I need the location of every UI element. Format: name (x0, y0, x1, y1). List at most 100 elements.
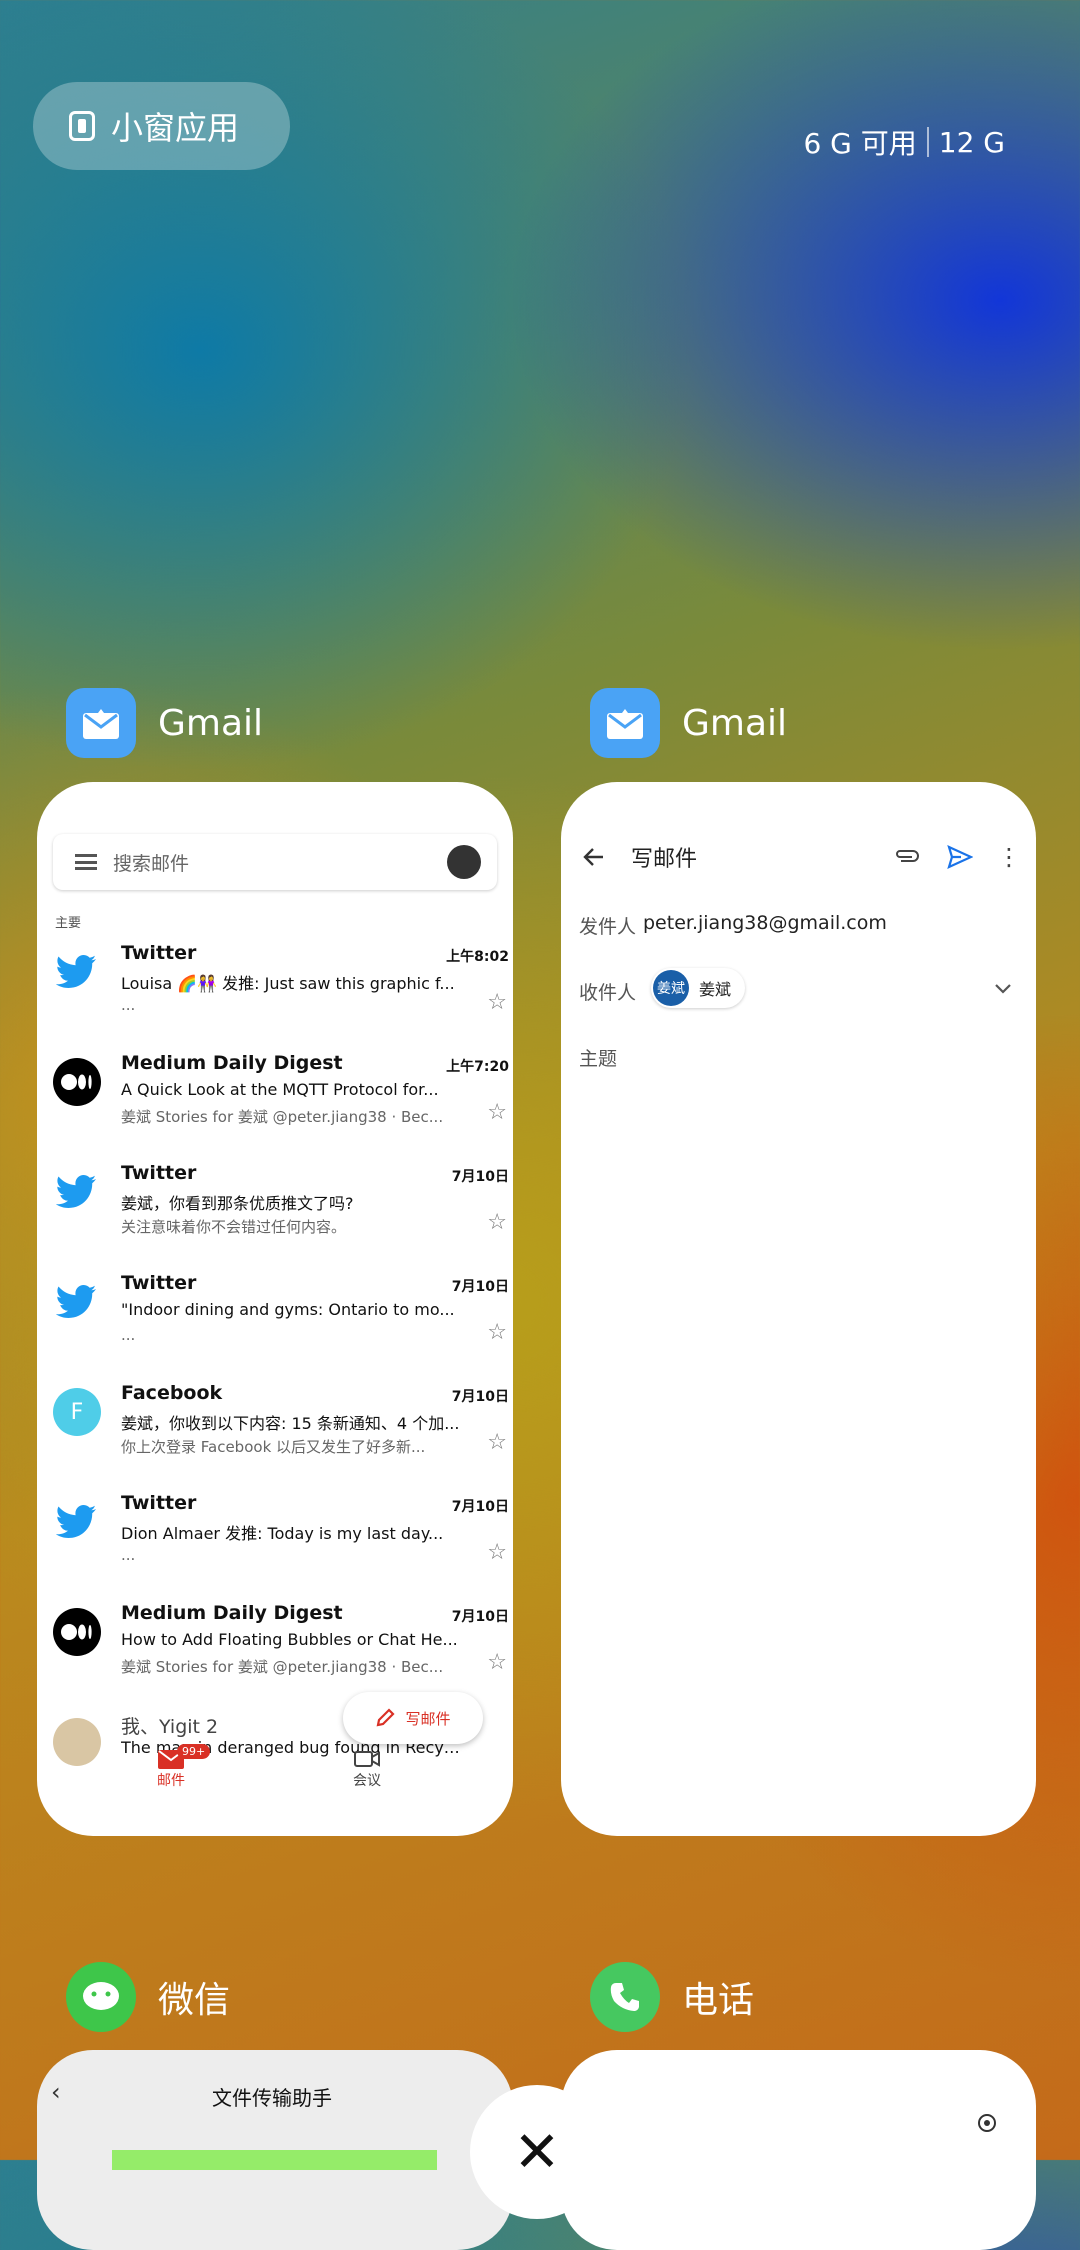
nav-mail[interactable]: 99+ 邮件 (157, 1744, 211, 1790)
from-label: 发件人 (579, 916, 637, 938)
twitter-icon (53, 1168, 101, 1216)
mail-subject: Louisa 🌈👭 发推: Just saw this graphic f... (121, 974, 455, 993)
back-chevron-icon: ‹ (51, 2078, 61, 2106)
mail-sender: Twitter (121, 1162, 197, 1184)
phone-icon (590, 1962, 660, 2032)
mail-date: 7月10日 (451, 1389, 509, 1405)
facebook-letter: F (70, 1399, 84, 1425)
mail-snippet: ... (121, 1326, 136, 1344)
app-name: Gmail (682, 702, 788, 744)
mail-sender: Medium Daily Digest (121, 1602, 343, 1624)
star-icon[interactable]: ☆ (487, 1100, 507, 1125)
mail-row[interactable]: Medium Daily Digest 上午7:20 A Quick Look at… (37, 1042, 513, 1152)
compose-toolbar: 写邮件 ⋮ (561, 832, 1036, 882)
star-icon[interactable]: ☆ (487, 990, 507, 1015)
medium-icon (53, 1608, 101, 1656)
twitter-icon (53, 1498, 101, 1546)
pencil-icon (377, 1708, 396, 1727)
small-window-button[interactable]: 小窗应用 (33, 82, 290, 170)
gmail-compose-card[interactable]: 写邮件 ⋮ 发件人 peter.jiang38@gmail.com 收件人 姜斌… (561, 782, 1036, 1836)
app-name: 微信 (158, 1980, 231, 2021)
back-arrow-icon[interactable] (581, 844, 607, 870)
more-options-icon[interactable]: ⋮ (997, 843, 1021, 871)
star-icon[interactable]: ☆ (487, 1650, 507, 1675)
chevron-down-icon[interactable] (993, 982, 1013, 996)
mail-date: 7月10日 (451, 1279, 509, 1295)
twitter-icon (53, 948, 101, 996)
to-label: 收件人 (579, 982, 637, 1004)
mail-snippet: ... (121, 996, 136, 1014)
gmail-inbox-card[interactable]: 搜索邮件 主要 Twitter 上午8:02 Louisa 🌈👭 发推: Just … (37, 782, 513, 1836)
mail-subject: "Indoor dining and gyms: Ontario to mo..… (121, 1300, 455, 1319)
medium-icon (53, 1058, 101, 1106)
facebook-avatar: F (53, 1388, 101, 1436)
account-avatar[interactable] (447, 845, 481, 879)
mail-subject: How to Add Floating Bubbles or Chat He..… (121, 1630, 458, 1649)
memory-indicator: 6 G 可用 12 G (803, 122, 1005, 162)
mail-row[interactable]: Twitter 7月10日 "Indoor dining and gyms: Ont… (37, 1262, 513, 1372)
twitter-icon (53, 1278, 101, 1326)
mail-date: 上午8:02 (446, 949, 509, 965)
mail-row[interactable]: Twitter 7月10日 Dion Almaer 发推: Today is my … (37, 1482, 513, 1592)
mail-snippet: 姜斌 Stories for 姜斌 @peter.jiang38 · Bec..… (121, 1658, 444, 1676)
mail-subject: Dion Almaer 发推: Today is my last day... (121, 1524, 444, 1543)
memory-total: 12 G (938, 125, 1005, 159)
message-bubble (112, 2150, 437, 2170)
star-icon[interactable]: ☆ (487, 1430, 507, 1455)
mail-subject: A Quick Look at the MQTT Protocol for... (121, 1080, 439, 1099)
nav-mail-label: 邮件 (157, 1773, 185, 1789)
mail-snippet: 姜斌 Stories for 姜斌 @peter.jiang38 · Bec..… (121, 1108, 444, 1126)
mail-date: 7月10日 (451, 1499, 509, 1515)
subject-field[interactable]: 主题 (579, 1044, 617, 1071)
small-window-label: 小窗应用 (111, 109, 240, 147)
compose-fab[interactable]: 写邮件 (343, 1692, 483, 1744)
mail-snippet: 你上次登录 Facebook 以后又发生了好多新... (121, 1438, 426, 1456)
recipient-name: 姜斌 (699, 980, 732, 999)
section-label: 主要 (55, 916, 82, 931)
video-icon (354, 1751, 380, 1767)
clear-all-button[interactable]: ✕ (470, 2085, 604, 2219)
mail-row[interactable]: Twitter 上午8:02 Louisa 🌈👭 发推: Just saw this… (37, 932, 513, 1042)
memory-separator (926, 127, 929, 157)
mail-sender: Twitter (121, 942, 197, 964)
recipient-avatar: 姜斌 (653, 970, 689, 1006)
app-header-wechat[interactable]: 微信 (66, 1962, 230, 2032)
mail-row[interactable]: F Facebook 7月10日 姜斌，你收到以下内容: 15 条新通知、4 个加..… (37, 1372, 513, 1482)
wechat-card[interactable]: ‹ 文件传输助手 (37, 2050, 513, 2250)
small-window-icon (69, 111, 95, 141)
search-bar[interactable]: 搜索邮件 (53, 834, 497, 890)
app-header-gmail-compose[interactable]: Gmail (590, 688, 787, 758)
mail-row[interactable]: Twitter 7月10日 姜斌，你看到那条优质推文了吗? 关注意味着你不会错过任何内… (37, 1152, 513, 1262)
attach-icon[interactable] (893, 847, 921, 867)
settings-icon (978, 2114, 996, 2132)
mail-subject: 姜斌，你收到以下内容: 15 条新通知、4 个加... (121, 1414, 460, 1433)
app-name: 电话 (682, 1980, 755, 2021)
gmail-icon (590, 688, 660, 758)
app-header-phone[interactable]: 电话 (590, 1962, 754, 2032)
nav-meet-label: 会议 (353, 1773, 381, 1789)
menu-icon[interactable] (75, 854, 97, 870)
memory-available: 6 G 可用 (803, 127, 917, 160)
star-icon[interactable]: ☆ (487, 1320, 507, 1345)
mail-date: 上午7:20 (446, 1059, 509, 1075)
from-value[interactable]: peter.jiang38@gmail.com (643, 912, 887, 934)
app-header-gmail-inbox[interactable]: Gmail (66, 688, 263, 758)
phone-card[interactable] (561, 2050, 1036, 2250)
compose-fab-label: 写邮件 (405, 1709, 451, 1728)
star-icon[interactable]: ☆ (487, 1210, 507, 1235)
mail-sender: Twitter (121, 1492, 197, 1514)
recipient-chip[interactable]: 姜斌 姜斌 (651, 968, 745, 1008)
mail-sender: Twitter (121, 1272, 197, 1294)
send-icon[interactable] (947, 845, 973, 869)
mail-date: 7月10日 (451, 1609, 509, 1625)
close-icon: ✕ (513, 2119, 561, 2185)
mail-sender: 我、Yigit 2 (121, 1716, 219, 1738)
mail-row[interactable]: Medium Daily Digest 7月10日 How to Add Float… (37, 1592, 513, 1702)
nav-meet[interactable]: 会议 (353, 1748, 381, 1790)
bottom-nav: 99+ 邮件 会议 (37, 1742, 513, 1802)
star-icon[interactable]: ☆ (487, 1540, 507, 1565)
mail-subject: 姜斌，你看到那条优质推文了吗? (121, 1194, 354, 1213)
mail-sender: Medium Daily Digest (121, 1052, 343, 1074)
search-input[interactable]: 搜索邮件 (113, 849, 189, 876)
gmail-icon (66, 688, 136, 758)
